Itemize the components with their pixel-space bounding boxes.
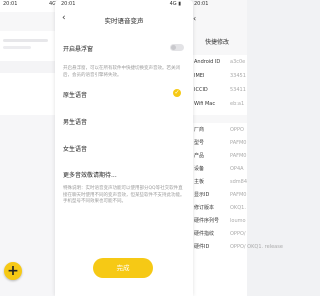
left-status-time: 20:01: [3, 1, 18, 7]
right-status-time: 20:01: [194, 1, 209, 7]
right-row[interactable]: 修订版本 OKQ1.: [194, 203, 254, 214]
left-card-line: [3, 39, 48, 42]
done-button[interactable]: 完成: [93, 258, 153, 278]
floating-window-toggle[interactable]: [170, 44, 184, 51]
background-quick-edit-panel: 20:01 ‹ 快捷修改 Android ID a3c0e IMEI 33451 I…: [190, 0, 283, 296]
right-title: 快捷修改: [205, 39, 230, 46]
dialog-status-bar: 20:01 4G ▮: [61, 0, 187, 9]
left-divider-band: [0, 61, 60, 73]
dialog-status-time: 20:01: [61, 1, 76, 7]
background-home-panel: 20:01 4G +: [0, 0, 60, 296]
right-row[interactable]: IMEI 33451: [194, 71, 254, 82]
right-row[interactable]: 主板 sdm84: [194, 177, 254, 188]
voice-changer-sheet: 20:01 4G ▮ ‹ 实时语音变声 开启悬浮窗 开启悬浮窗，可以在所有软件中…: [55, 0, 193, 296]
option-original-voice[interactable]: 原生语音: [63, 90, 185, 99]
check-icon: ✓: [173, 89, 181, 97]
option-female-voice[interactable]: 女生语音: [63, 144, 185, 153]
right-row[interactable]: 硬件指纹 OPPO/: [194, 229, 254, 240]
add-fab-button[interactable]: +: [4, 262, 22, 280]
toggle-knob: [171, 45, 176, 50]
left-header: [0, 12, 60, 31]
right-row[interactable]: 硬件序列号 loumo: [194, 216, 254, 227]
right-row[interactable]: 显示ID PAFM0: [194, 190, 254, 201]
right-row[interactable]: Android ID a3c0e: [194, 57, 254, 68]
right-id-section: Android ID a3c0e IMEI 33451 ICCID 53411 Wif…: [190, 55, 247, 115]
left-status-bar: 20:01 4G: [3, 0, 59, 9]
status-icons: 4G ▮: [169, 1, 181, 7]
right-row[interactable]: ICCID 53411: [194, 85, 254, 96]
right-row[interactable]: 产品 PAFM0: [194, 151, 254, 162]
left-card: [0, 33, 60, 59]
option-male-voice[interactable]: 男生语音: [63, 117, 185, 126]
floating-window-description: 开启悬浮窗，可以在所有软件中快捷切换变声音效。若关闭后，会员的语音引擎将失效。: [63, 66, 180, 78]
right-row[interactable]: Wifi Mac eb:a1: [194, 99, 254, 110]
page-title: 实时语音变声: [104, 17, 144, 25]
right-row[interactable]: 厂商 OPPO: [194, 125, 254, 136]
right-device-section: 厂商 OPPO 型号 PAFM0 产品 PAFM0 设备 OP4A 主板 sdm84 显示…: [190, 123, 283, 296]
floating-window-label: 开启悬浮窗: [63, 46, 94, 53]
right-back-icon[interactable]: ‹: [193, 14, 196, 23]
right-row[interactable]: 型号 PAFM0: [194, 138, 254, 149]
right-row[interactable]: 设备 OP4A: [194, 164, 254, 175]
right-row[interactable]: 硬件ID OPPO/ OKQ1. release: [194, 242, 283, 253]
left-card-line-2: [3, 46, 31, 49]
option-more-effects: 更多音效敬请期待...: [63, 172, 117, 179]
special-notice: 特殊说明：实时语音变声功能可以使用部分QQ等社交软件直接在聊天时使用不同的变声音…: [63, 186, 185, 204]
left-card-2: [0, 75, 60, 115]
